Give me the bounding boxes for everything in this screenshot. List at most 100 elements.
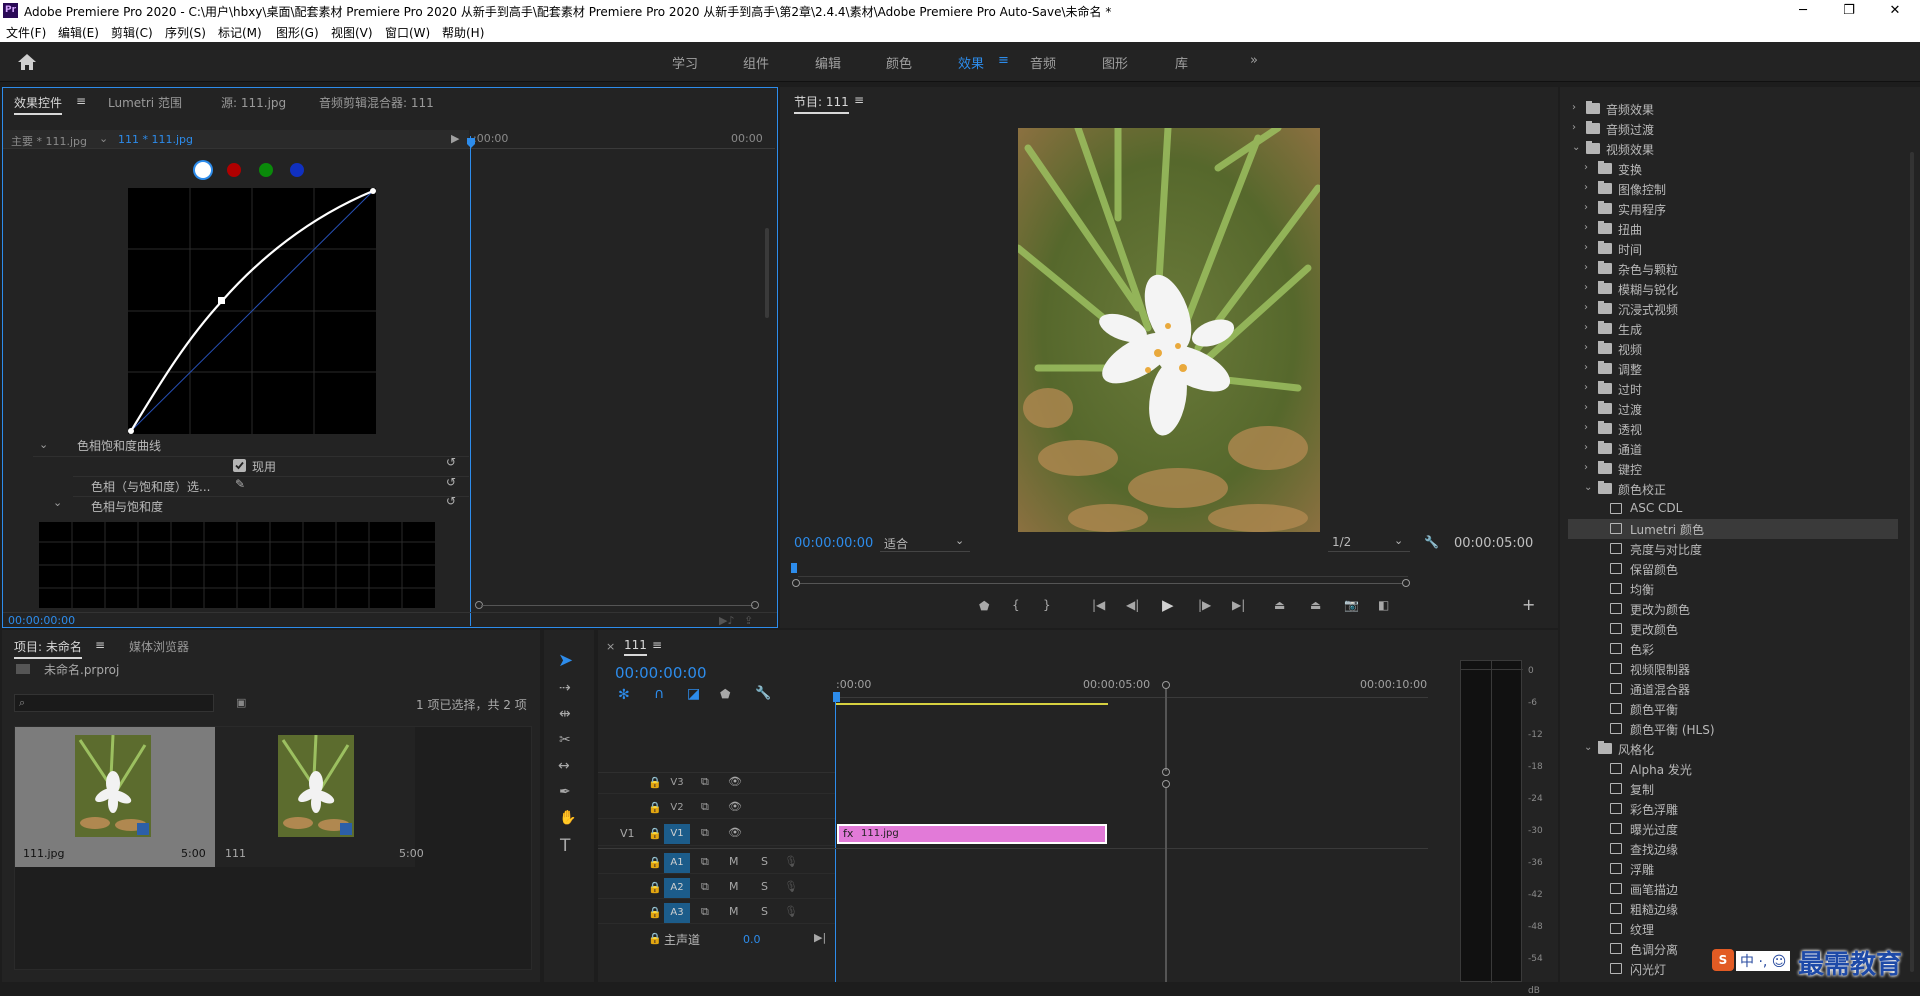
chevron-right-icon[interactable]: › <box>1572 122 1576 133</box>
workspace-color[interactable]: 颜色 <box>886 53 912 72</box>
sync-lock-icon[interactable]: ⧉ <box>701 800 709 814</box>
timeline-settings-wrench-icon[interactable]: 🔧 <box>755 686 771 701</box>
effects-item[interactable]: ASC CDL <box>1568 499 1898 519</box>
play-audio-icon[interactable]: ▶♪ <box>719 614 734 627</box>
mark-out-icon[interactable]: } <box>1043 598 1051 612</box>
collapse-chevron-icon-2[interactable]: ⌄ <box>53 496 62 509</box>
chevron-down-icon[interactable]: ⌄ <box>99 132 108 145</box>
fit-dropdown[interactable]: 适合 ⌄ <box>880 534 970 552</box>
selection-tool-icon[interactable]: ➤ <box>558 650 573 671</box>
work-area-bar[interactable] <box>835 703 1108 705</box>
chevron-down-icon[interactable]: ⌄ <box>1584 742 1592 753</box>
go-to-out-icon[interactable]: ▶| <box>1232 598 1245 612</box>
ec-zoom-handle-right[interactable] <box>751 601 759 609</box>
reset-hue-sat-icon[interactable]: ↺ <box>446 494 456 508</box>
timeline-vscroll-mid[interactable] <box>1162 768 1170 776</box>
effects-item[interactable]: 视频限制器 <box>1568 659 1898 679</box>
effects-item[interactable]: 通道混合器 <box>1568 679 1898 699</box>
microphone-icon[interactable]: 🎙 <box>784 880 798 893</box>
enable-checkbox[interactable] <box>233 459 246 472</box>
track-label-v2[interactable]: V2 <box>664 798 690 818</box>
sync-lock-icon[interactable]: ⧉ <box>701 826 709 840</box>
rgb-curve-graph[interactable] <box>128 188 376 434</box>
effects-folder[interactable]: ⌄ 视频效果 <box>1568 139 1898 159</box>
tab-lumetri-scopes[interactable]: Lumetri 范围 <box>108 94 182 111</box>
effects-folder[interactable]: › 过渡 <box>1568 399 1898 419</box>
ec-vertical-scrollbar[interactable] <box>765 228 769 318</box>
effects-item[interactable]: 更改颜色 <box>1568 619 1898 639</box>
effects-folder[interactable]: › 时间 <box>1568 239 1898 259</box>
program-playhead[interactable] <box>791 563 797 573</box>
reset-hue-icon[interactable]: ↺ <box>446 475 456 489</box>
lock-icon[interactable]: 🔒 <box>648 856 662 869</box>
chevron-right-icon[interactable]: › <box>1584 382 1588 393</box>
panel-menu-icon[interactable]: ≡ <box>76 94 86 108</box>
program-preview-image[interactable] <box>1018 128 1320 532</box>
project-menu-icon[interactable]: ≡ <box>95 638 105 652</box>
effects-item[interactable]: 曝光过度 <box>1568 819 1898 839</box>
chevron-right-icon[interactable]: › <box>1584 222 1588 233</box>
timeline-vscroll-top[interactable] <box>1162 681 1170 689</box>
workspace-assembly[interactable]: 组件 <box>743 53 769 72</box>
chevron-right-icon[interactable]: › <box>1584 422 1588 433</box>
chevron-right-icon[interactable]: › <box>1584 202 1588 213</box>
chevron-right-icon[interactable]: › <box>1584 402 1588 413</box>
sync-lock-icon[interactable]: ⧉ <box>701 905 709 919</box>
more-workspaces-icon[interactable]: » <box>1250 53 1258 68</box>
effects-folder[interactable]: › 实用程序 <box>1568 199 1898 219</box>
mark-in-icon[interactable]: { <box>1012 598 1020 612</box>
source-patch-v1[interactable]: V1 <box>620 827 635 840</box>
comparison-view-icon[interactable]: ◧ <box>1378 598 1389 612</box>
effects-item[interactable]: Alpha 发光 <box>1568 759 1898 779</box>
chevron-right-icon[interactable]: › <box>1584 362 1588 373</box>
effects-item[interactable]: 亮度与对比度 <box>1568 539 1898 559</box>
collapse-chevron-icon[interactable]: ⌄ <box>39 438 48 451</box>
program-menu-icon[interactable]: ≡ <box>854 93 864 107</box>
effects-item[interactable]: 均衡 <box>1568 579 1898 599</box>
lock-icon[interactable]: 🔒 <box>648 827 662 840</box>
effects-item[interactable]: 颜色平衡 <box>1568 699 1898 719</box>
menu-sequence[interactable]: 序列(S) <box>165 24 206 41</box>
effects-folder[interactable]: › 扭曲 <box>1568 219 1898 239</box>
track-label-a3[interactable]: A3 <box>664 903 690 923</box>
effects-item[interactable]: 复制 <box>1568 779 1898 799</box>
effects-item[interactable]: 查找边缘 <box>1568 839 1898 859</box>
extract-icon[interactable]: ⏏ <box>1310 598 1321 612</box>
curve-red-channel[interactable] <box>227 163 241 177</box>
effects-item[interactable]: 纹理 <box>1568 919 1898 939</box>
effects-folder[interactable]: › 键控 <box>1568 459 1898 479</box>
menu-file[interactable]: 文件(F) <box>6 24 46 41</box>
chevron-right-icon[interactable]: › <box>1584 342 1588 353</box>
program-time-ruler[interactable] <box>798 567 1408 577</box>
menu-clip[interactable]: 剪辑(C) <box>111 24 153 41</box>
timeline-menu-icon[interactable]: ≡ <box>652 638 662 652</box>
razor-tool-icon[interactable]: ✂ <box>559 732 571 748</box>
chevron-right-icon[interactable]: › <box>1584 182 1588 193</box>
effects-item[interactable]: 保留颜色 <box>1568 559 1898 579</box>
program-title[interactable]: 节目: 111 <box>794 93 849 114</box>
eyedropper-icon[interactable]: ✎ <box>235 477 245 491</box>
project-item-image[interactable]: 111.jpg 5:00 <box>15 727 215 867</box>
menu-marker[interactable]: 标记(M) <box>218 24 262 41</box>
eye-icon[interactable]: 👁 <box>728 826 742 839</box>
workspace-graphics[interactable]: 图形 <box>1102 53 1128 72</box>
home-icon[interactable] <box>16 52 38 72</box>
close-button[interactable]: ✕ <box>1872 0 1918 22</box>
menu-edit[interactable]: 编辑(E) <box>58 24 99 41</box>
lock-icon[interactable]: 🔒 <box>648 801 662 814</box>
mute-button[interactable]: M <box>729 905 739 918</box>
ripple-edit-tool-icon[interactable]: ⇹ <box>559 706 571 722</box>
step-forward-icon[interactable]: |▶ <box>1198 598 1211 612</box>
effects-item[interactable]: 颜色平衡 (HLS) <box>1568 719 1898 739</box>
chevron-right-icon[interactable]: › <box>1584 262 1588 273</box>
lock-icon[interactable]: 🔒 <box>648 881 662 894</box>
chevron-right-icon[interactable]: › <box>1584 282 1588 293</box>
track-label-v3[interactable]: V3 <box>664 773 690 793</box>
effects-folder[interactable]: › 透视 <box>1568 419 1898 439</box>
effects-folder[interactable]: › 过时 <box>1568 379 1898 399</box>
menu-view[interactable]: 视图(V) <box>331 24 373 41</box>
workspace-editing[interactable]: 编辑 <box>815 53 841 72</box>
project-item-sequence[interactable]: 111 5:00 <box>215 727 424 867</box>
wrench-icon[interactable]: 🔧 <box>1424 535 1439 549</box>
minimize-button[interactable]: ─ <box>1780 0 1826 22</box>
